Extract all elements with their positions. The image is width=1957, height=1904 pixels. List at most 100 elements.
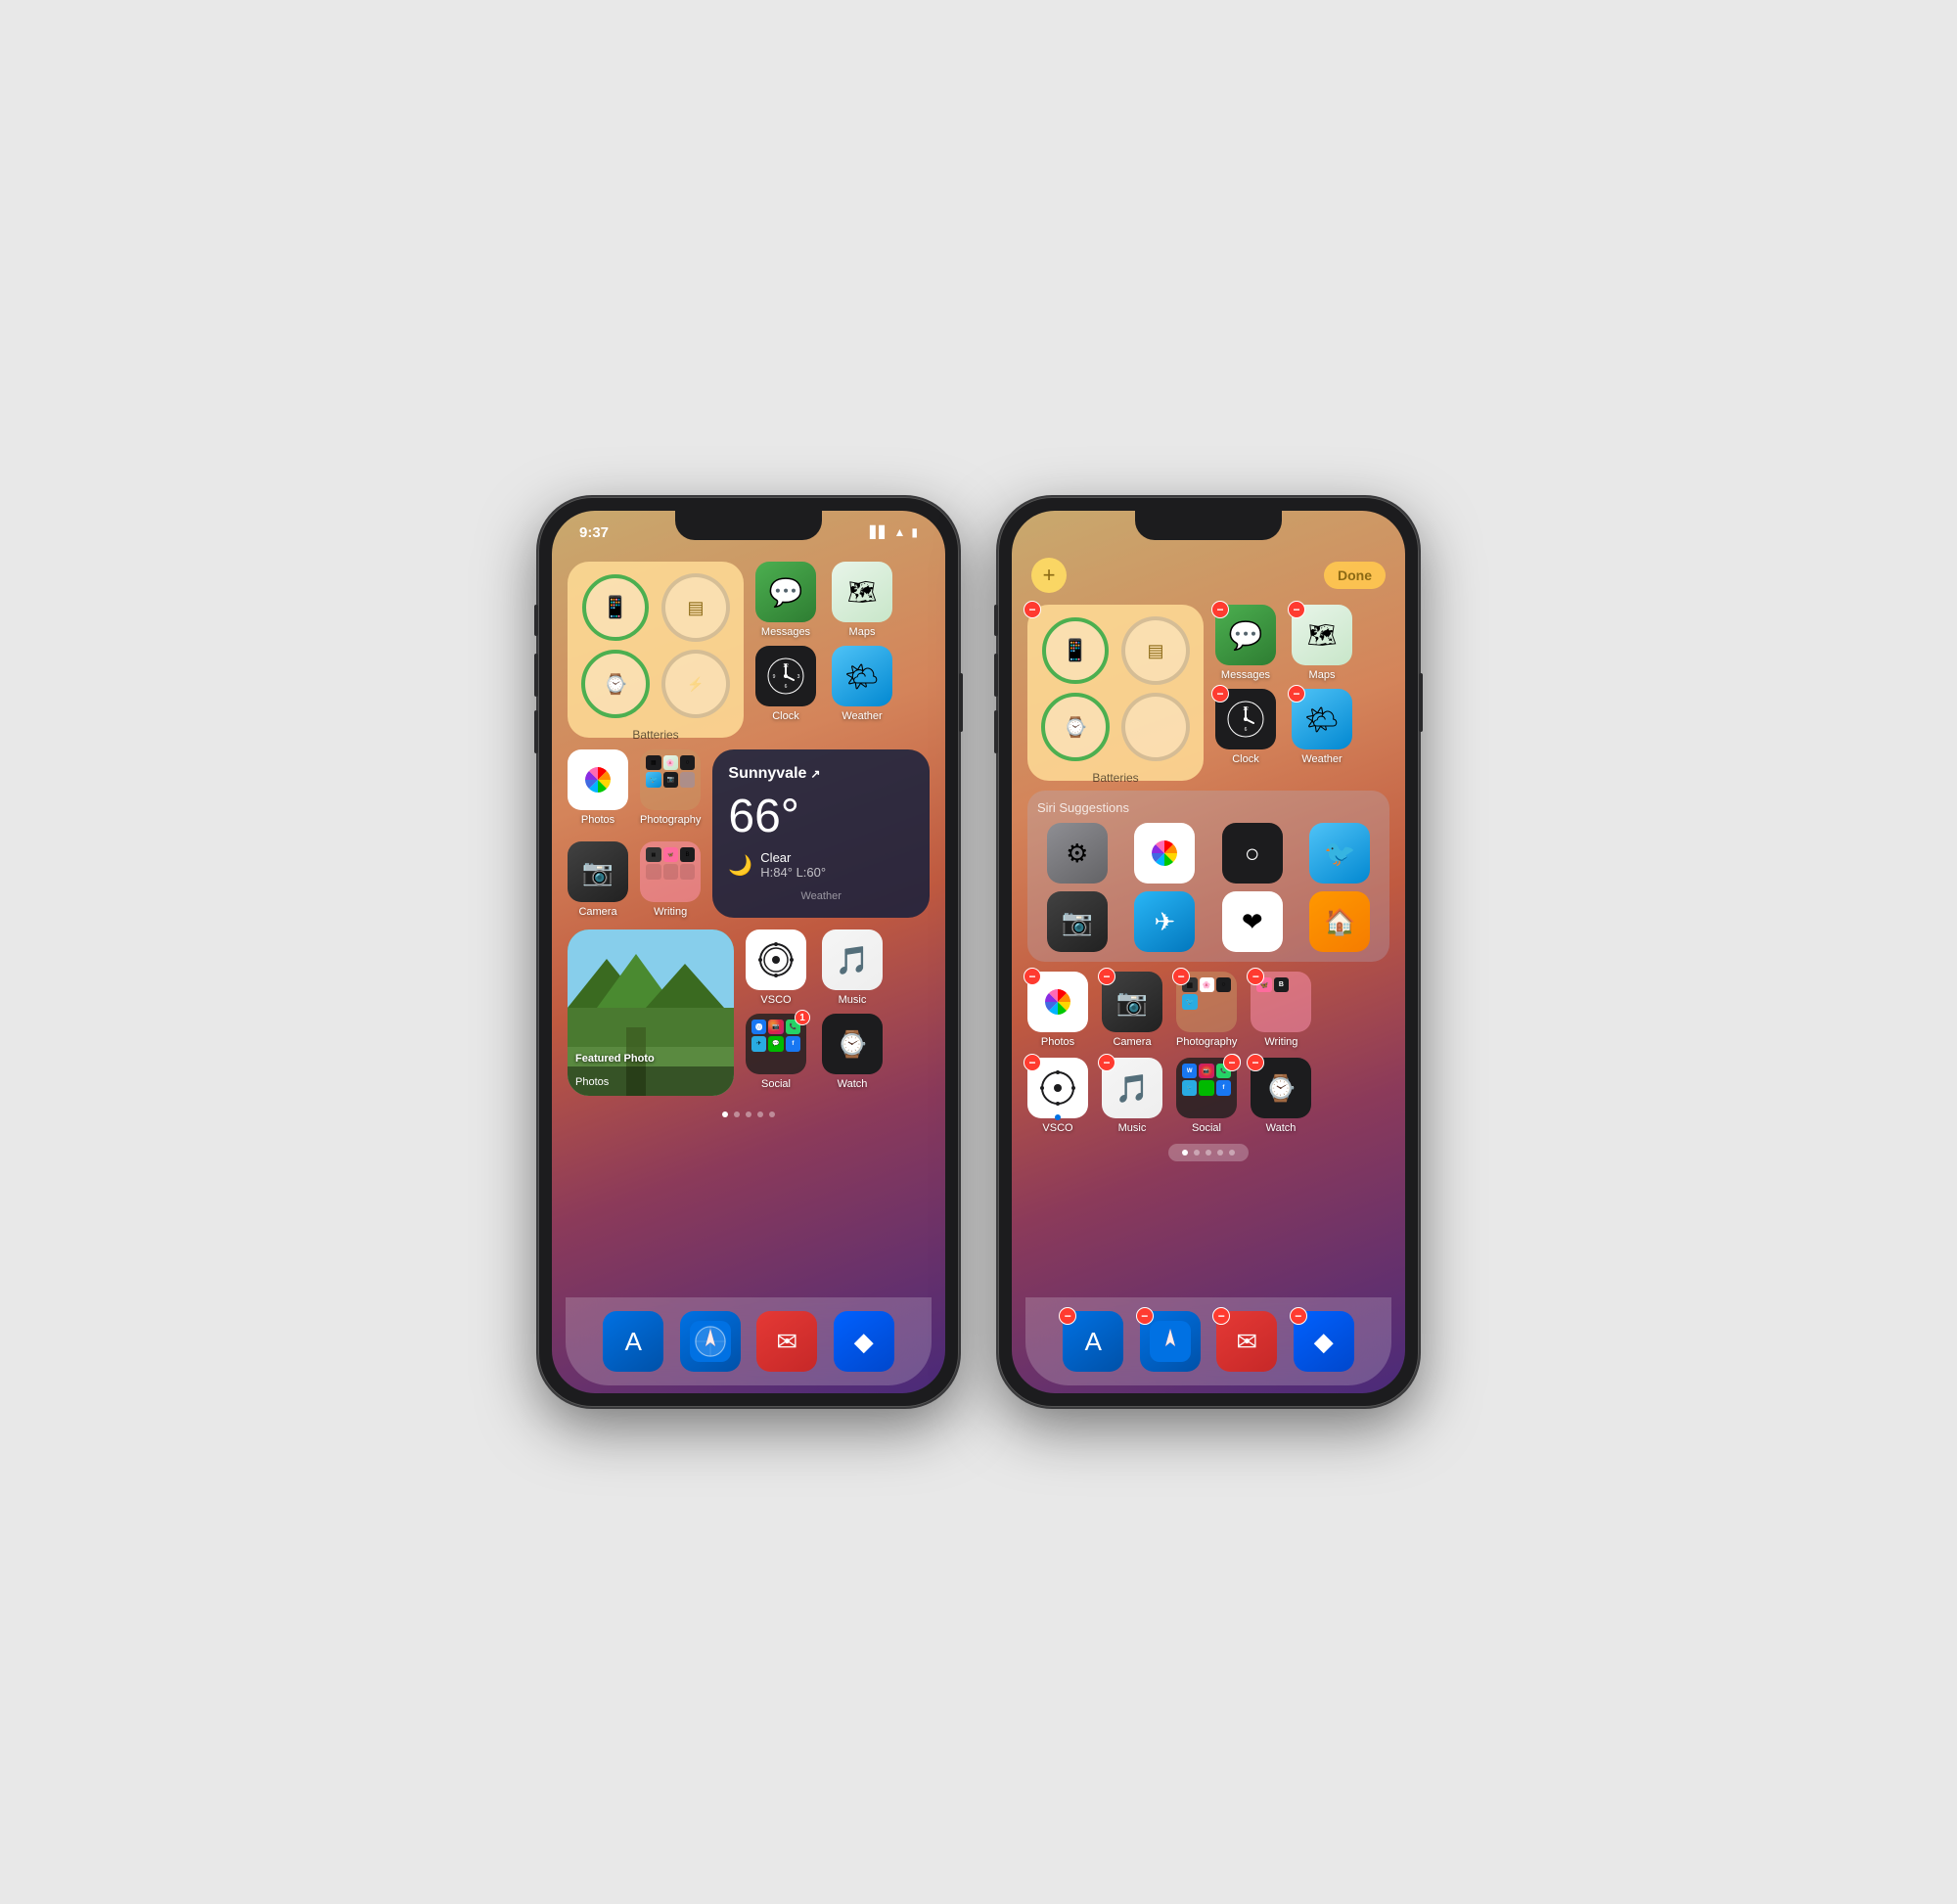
photography-folder-icon: ▦ 🌸 ○ 🐦 📷 [640,749,701,810]
social-minus[interactable]: − [1223,1054,1241,1071]
edit-app-maps[interactable]: − 🗺 Maps [1292,605,1352,681]
volume-down-button-edit[interactable] [994,710,998,753]
volume-up-button[interactable] [534,654,538,697]
watch-minus[interactable]: − [1247,1054,1264,1071]
edit-widget-row-1: − 📱 ▤ [1027,605,1389,781]
social-watch-row: 🅦 📷 📞 ✈ 💬 f 1 Social [746,1014,930,1090]
vsco-edit-container: − [1027,1058,1088,1118]
edit-app-photography[interactable]: − ▦ 🌸 ○ 🐦 Photography [1176,972,1237,1048]
status-icons: ▋▋ ▲ ▮ [870,525,918,539]
batteries-label: Batteries [632,728,678,742]
edit-dock-safari[interactable]: − [1140,1311,1201,1372]
weather-minus[interactable]: − [1288,685,1305,703]
edit-dock-appstore[interactable]: − A [1063,1311,1123,1372]
done-button[interactable]: Done [1324,562,1386,589]
svg-text:6: 6 [785,684,788,690]
dropbox-edit-container: − ◆ [1294,1311,1354,1372]
edit-app-social[interactable]: − W 📷 📞 🐦 f 1 Social [1176,1058,1237,1134]
add-button[interactable]: + [1031,558,1067,593]
edit-app-photos[interactable]: − [1027,972,1088,1048]
spark-edit-container: − ✉ [1216,1311,1277,1372]
app-writing-folder[interactable]: ▦ 🦋 B Writing [640,841,701,918]
edit-app-clock[interactable]: − 6 12 [1215,689,1276,765]
music-minus[interactable]: − [1098,1054,1115,1071]
power-button[interactable] [959,673,963,732]
siri-app-photos[interactable] [1125,823,1206,884]
social-label: Social [761,1078,791,1090]
dock-dropbox[interactable]: ◆ [834,1311,894,1372]
batteries-widget-edit[interactable]: 📱 ▤ ⌚ [1027,605,1204,781]
volume-up-button-edit[interactable] [994,654,998,697]
edit-app-messages[interactable]: − 💬 Messages [1215,605,1276,681]
mute-switch[interactable] [534,605,538,636]
edit-app-music[interactable]: − 🎵 Music [1102,1058,1162,1134]
edit-dock-spark[interactable]: − ✉ [1216,1311,1277,1372]
dock-spark[interactable]: ✉ [756,1311,817,1372]
siri-app-home[interactable]: 🏠 [1300,891,1381,952]
batteries-widget[interactable]: 📱 ▤ ⌚ [568,562,744,738]
left-folder-col: ▦ 🌸 ○ 🐦 📷 Photography ▦ [640,749,701,918]
app-weather[interactable]: 🌤 Weather [832,646,892,722]
app-camera[interactable]: 📷 Camera [568,841,628,918]
edit-app-watch[interactable]: − ⌚ Watch [1251,1058,1311,1134]
app-watch[interactable]: ⌚ Watch [822,1014,883,1090]
camera-minus[interactable]: − [1098,968,1115,985]
watch-label: Watch [838,1078,868,1090]
power-button-edit[interactable] [1419,673,1423,732]
siri-app-camera[interactable]: 📷 [1037,891,1117,952]
appstore-edit-container: − A [1063,1311,1123,1372]
mute-switch-edit[interactable] [994,605,998,636]
vsco-minus[interactable]: − [1024,1054,1041,1071]
music-label-edit: Music [1118,1122,1147,1134]
phone-normal: 9:37 ▋▋ ▲ ▮ 📱 [538,497,959,1407]
telegram-icon: ✈ [1134,891,1195,952]
writing-label-edit: Writing [1264,1036,1297,1048]
edit-apps-row-bottom: − 6 12 [1215,689,1389,765]
app-social-folder[interactable]: 🅦 📷 📞 ✈ 💬 f 1 Social [746,1014,806,1090]
featured-photo-widget[interactable]: Featured Photo Photos [568,929,734,1096]
safari-minus[interactable]: − [1136,1307,1154,1325]
clock-minus[interactable]: − [1211,685,1229,703]
edit-page-dot-2 [1194,1150,1200,1156]
app-maps[interactable]: 🗺 Maps [832,562,892,638]
photography-label-edit: Photography [1176,1036,1237,1048]
weather-widget[interactable]: Sunnyvale ↗ 66° 🌙 Clear H:84° L:60° Weat… [712,749,930,918]
location-arrow-icon: ↗ [810,767,820,781]
maps-icon: 🗺 [832,562,892,622]
photos-minus[interactable]: − [1024,968,1041,985]
page-dot-3 [746,1111,751,1117]
edit-page-dot-4 [1217,1150,1223,1156]
edit-app-vsco[interactable]: − [1027,1058,1088,1134]
writing-folder-icon: ▦ 🦋 B [640,841,701,902]
volume-down-button[interactable] [534,710,538,753]
app-messages[interactable]: 💬 Messages [755,562,816,638]
app-photos[interactable]: Photos [568,749,628,826]
bottom-right-apps: VSCO 🎵 Music [746,929,930,1096]
battery-empty-edit [1119,693,1192,761]
dock-appstore[interactable]: A [603,1311,663,1372]
messages-minus[interactable]: − [1211,601,1229,618]
siri-apps-grid: ⚙ [1037,823,1380,952]
edit-app-writing[interactable]: − 🦋 B Writing [1251,972,1311,1048]
edit-page-dots [1168,1144,1249,1161]
siri-app-settings[interactable]: ⚙ [1037,823,1117,884]
top-right-apps: 💬 Messages 🗺 Maps [755,562,930,738]
batteries-minus-btn[interactable]: − [1024,601,1041,618]
camera-edit-container: − 📷 [1102,972,1162,1032]
dock-safari[interactable] [680,1311,741,1372]
edit-dock-dropbox[interactable]: − ◆ [1294,1311,1354,1372]
app-photography-folder[interactable]: ▦ 🌸 ○ 🐦 📷 Photography [640,749,701,826]
siri-app-watch-face[interactable]: ○ [1212,823,1293,884]
edit-app-weather[interactable]: − 🌤 Weather [1292,689,1352,765]
siri-app-health[interactable]: ❤ [1212,891,1293,952]
app-vsco[interactable]: VSCO [746,929,806,1006]
dropbox-minus[interactable]: − [1290,1307,1307,1325]
social-folder-container: 🅦 📷 📞 ✈ 💬 f 1 [746,1014,806,1074]
app-music[interactable]: 🎵 Music [822,929,883,1006]
siri-app-telegram[interactable]: ✈ [1125,891,1206,952]
maps-minus[interactable]: − [1288,601,1305,618]
siri-app-tweetbot[interactable]: 🐦 [1300,823,1381,884]
edit-app-camera2[interactable]: − 📷 Camera [1102,972,1162,1048]
notch-edit [1135,511,1282,540]
app-clock[interactable]: 6 12 9 3 Clock [755,646,816,722]
